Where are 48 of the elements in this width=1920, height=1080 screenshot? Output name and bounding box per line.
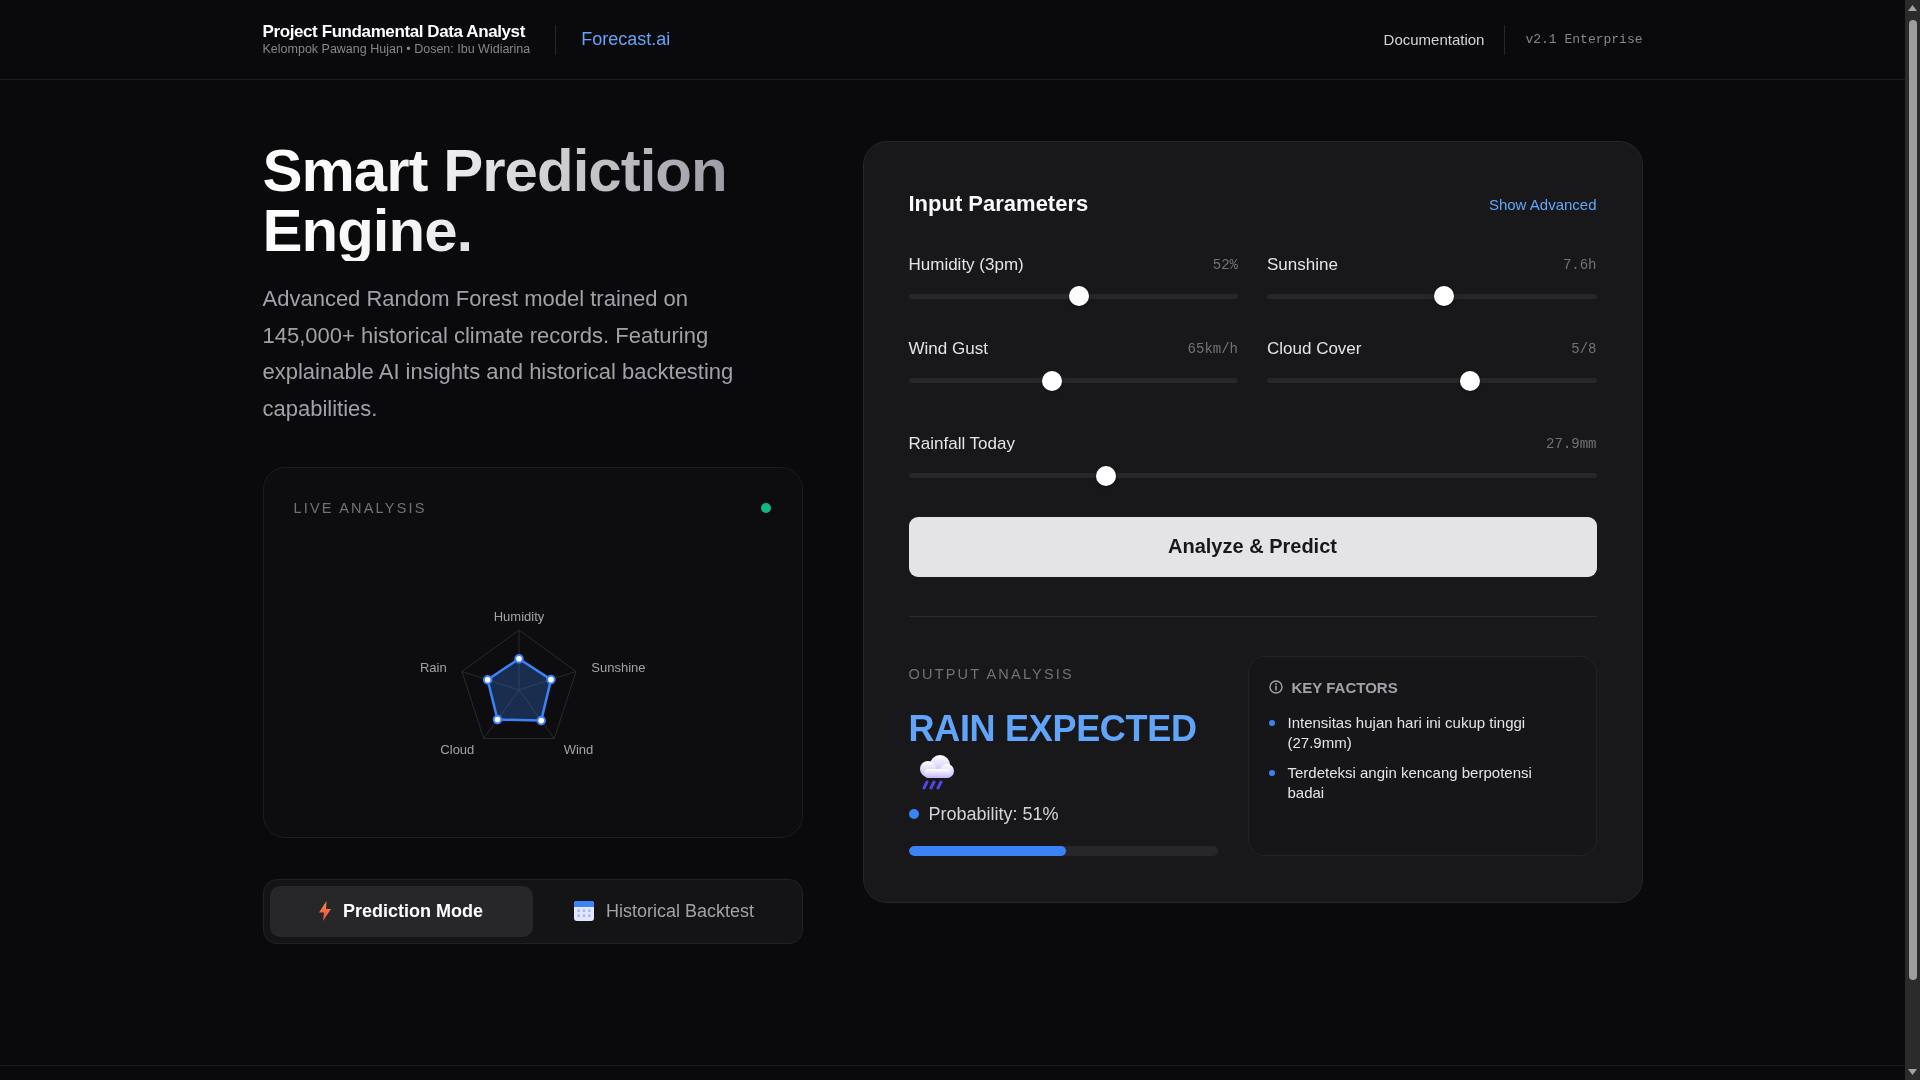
- slider-thumb[interactable]: [1460, 370, 1481, 391]
- live-analysis-title: LIVE ANALYSIS: [293, 498, 427, 518]
- nav-link[interactable]: Documentation: [1383, 31, 1485, 48]
- slider-label: Cloud Cover: [1267, 339, 1362, 359]
- show-advanced-link[interactable]: Show Advanced: [1488, 195, 1597, 213]
- radar-axis-label: Cloud: [439, 742, 474, 758]
- slider-value: 27.9mm: [1546, 436, 1597, 452]
- slider-label: Sunshine: [1267, 254, 1338, 275]
- project-subtitle: Kelompok Pawang Hujan • Dosen: Ibu Widiarina: [262, 42, 531, 57]
- scroll-up-icon[interactable]: [1908, 5, 1917, 11]
- analyze-predict-button[interactable]: Analyze & Predict: [908, 516, 1597, 577]
- calendar-icon: [573, 901, 594, 922]
- slider-thumb[interactable]: [1095, 465, 1116, 486]
- bullet-icon: [1268, 720, 1275, 726]
- key-factor-text: Terdeteksi angin kencang berpotensi badai: [1287, 763, 1533, 802]
- version-label: v2.1 Enterprise: [1525, 32, 1643, 47]
- scroll-down-icon[interactable]: [1908, 1069, 1917, 1075]
- slider-value: 65km/h: [1187, 341, 1238, 357]
- slider-thumb[interactable]: [1041, 370, 1062, 391]
- info-icon: [1268, 680, 1283, 694]
- lightning-icon: [319, 901, 331, 922]
- key-factors-title: KEY FACTORS: [1291, 678, 1398, 696]
- radar-axis-label: Rain: [419, 659, 447, 675]
- scrollbar[interactable]: [1905, 0, 1920, 1080]
- output-title: OUTPUT ANALYSIS: [908, 665, 1075, 684]
- scrollbar-thumb[interactable]: [1908, 20, 1917, 980]
- prediction-result: RAIN EXPECTED: [908, 707, 1198, 751]
- radar-axis-label: Humidity: [493, 608, 544, 624]
- slider-value: 52%: [1212, 256, 1238, 273]
- brand-link[interactable]: Forecast.ai: [581, 29, 671, 50]
- project-title: Project Fundamental Data Analyst: [262, 22, 527, 42]
- hero-description: Advanced Random Forest model trained on 145,000+ historical climate records. Featuring explainable AI insights and historical backtesting capabilities.: [262, 285, 735, 424]
- indicator-dot-icon: [908, 809, 919, 819]
- mode-tab[interactable]: Historical Backtest: [532, 885, 796, 937]
- slider-value: 5/8: [1571, 341, 1597, 357]
- radar-axis-label: Wind: [563, 742, 593, 758]
- bullet-icon: [1268, 770, 1275, 776]
- panel-title: Input Parameters: [908, 190, 1089, 218]
- slider-label: Rainfall Today: [908, 434, 1015, 454]
- mode-tab[interactable]: Prediction Mode: [269, 885, 533, 937]
- probability-text: Probability: 51%: [928, 803, 1059, 825]
- radar-axis-label: Sunshine: [590, 659, 645, 675]
- slider-thumb[interactable]: [1434, 286, 1455, 306]
- slider-thumb[interactable]: [1069, 286, 1090, 306]
- key-factor-text: Intensitas hujan hari ini cukup tinggi (27.9mm): [1287, 713, 1527, 752]
- slider-label: Humidity (3pm): [908, 254, 1024, 275]
- slider-label: Wind Gust: [908, 339, 988, 359]
- slider-value: 7.6h: [1562, 256, 1597, 273]
